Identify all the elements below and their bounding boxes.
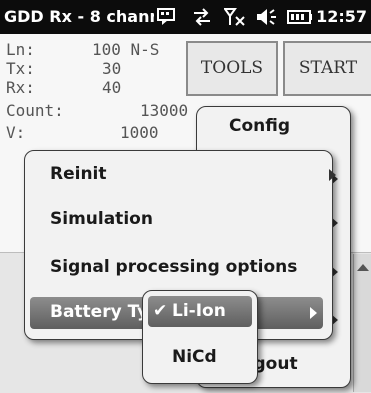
battery-icon[interactable] bbox=[287, 7, 313, 31]
sync-arrows-icon[interactable] bbox=[191, 7, 213, 31]
tools-button[interactable]: TOOLS bbox=[186, 41, 278, 96]
device-icon[interactable] bbox=[156, 7, 178, 31]
v-label: V: bbox=[6, 123, 26, 142]
checkmark-icon: ✔ bbox=[153, 301, 168, 321]
app-title: GDD Rx - 8 channels bbox=[4, 7, 154, 26]
option-li-ion-label: Li-Ion bbox=[172, 301, 226, 321]
volume-icon[interactable] bbox=[255, 7, 281, 31]
menu-item-simulation[interactable]: Simulation bbox=[50, 209, 153, 229]
rx-value: 40 bbox=[102, 78, 122, 97]
battery-submenu: ✔ Li-Ion NiCd bbox=[142, 290, 258, 384]
menu-item-reinit[interactable]: Reinit bbox=[50, 164, 107, 184]
status-bar: GDD Rx - 8 channels 12:57 bbox=[0, 0, 371, 34]
ln-value: 100 N-S bbox=[92, 40, 160, 59]
scroll-up-icon[interactable] bbox=[357, 264, 369, 271]
menu-item-signal-processing[interactable]: Signal processing options bbox=[50, 257, 297, 277]
option-li-ion[interactable]: ✔ Li-Ion bbox=[148, 296, 252, 327]
scrollbar[interactable] bbox=[353, 254, 371, 392]
clock: 12:57 bbox=[316, 7, 367, 26]
start-button[interactable]: START bbox=[283, 41, 371, 96]
no-signal-icon[interactable] bbox=[223, 7, 248, 31]
count-label: Count: bbox=[6, 101, 64, 120]
menu-item-config[interactable]: Config bbox=[229, 116, 290, 136]
option-nicd[interactable]: NiCd bbox=[172, 347, 217, 367]
ln-label: Ln: bbox=[6, 40, 35, 59]
tx-value: 30 bbox=[102, 59, 122, 78]
v-value: 1000 bbox=[120, 123, 159, 142]
chevron-right-icon bbox=[329, 169, 336, 181]
chevron-right-icon bbox=[310, 307, 317, 319]
rx-label: Rx: bbox=[6, 78, 35, 97]
count-value: 13000 bbox=[140, 101, 189, 120]
tx-label: Tx: bbox=[6, 59, 35, 78]
